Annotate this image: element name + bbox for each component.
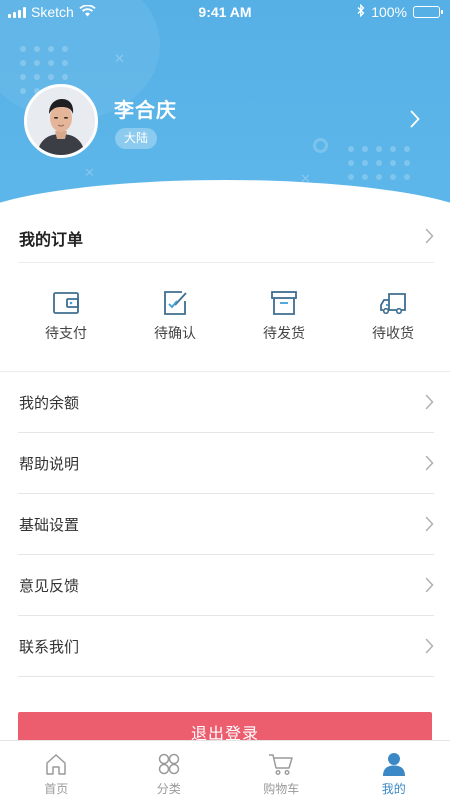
battery-icon [413, 6, 443, 18]
settings-menu: 我的余额 帮助说明 基础设置 意见反馈 联系我们 [18, 372, 434, 677]
order-status-pending-receipt[interactable]: 待收货 [337, 263, 446, 371]
header-cross-deco: ✕ [84, 166, 95, 181]
order-status-label: 待收货 [372, 326, 414, 342]
battery-percent: 100% [371, 4, 407, 20]
user-name: 李合庆 [114, 98, 177, 122]
menu-item-feedback[interactable]: 意见反馈 [18, 555, 434, 616]
status-bar: Sketch 9:41 AM 100% [0, 0, 450, 26]
orders-title: 我的订单 [19, 230, 84, 249]
chevron-right-icon [425, 394, 434, 414]
user-icon [381, 752, 407, 776]
chevron-right-icon [425, 228, 434, 248]
menu-item-settings[interactable]: 基础设置 [18, 494, 434, 555]
box-icon [269, 289, 299, 317]
tab-label: 我的 [381, 782, 406, 796]
order-status-grid: 待支付 待确认 待发货 待收货 [0, 263, 450, 371]
menu-item-balance[interactable]: 我的余额 [18, 372, 434, 433]
menu-item-help[interactable]: 帮助说明 [18, 433, 434, 494]
chevron-right-icon [425, 577, 434, 597]
order-status-pending-shipment[interactable]: 待发货 [228, 263, 337, 371]
tab-cart[interactable]: 购物车 [225, 741, 338, 800]
bluetooth-icon [357, 3, 365, 20]
menu-item-label: 联系我们 [19, 638, 80, 656]
chevron-right-icon [425, 638, 434, 658]
tab-label: 分类 [156, 782, 181, 796]
order-status-label: 待支付 [45, 326, 87, 342]
order-status-label: 待发货 [263, 326, 305, 342]
tab-label: 首页 [44, 782, 69, 796]
order-status-pending-confirm[interactable]: 待确认 [119, 263, 228, 371]
tab-bar: 首页 分类 购物车 我的 [0, 740, 450, 800]
profile-header: ✕ ✕ ✕ Sketch 9:41 AM 100% 李合庆 大陆 [0, 0, 450, 212]
profile-screen: ✕ ✕ ✕ Sketch 9:41 AM 100% 李合庆 大陆 我的订单 待支… [0, 0, 450, 800]
cart-icon [268, 752, 294, 776]
profile-chevron-icon[interactable] [410, 110, 420, 132]
chevron-right-icon [425, 516, 434, 536]
avatar[interactable] [24, 84, 98, 158]
tab-category[interactable]: 分类 [113, 741, 226, 800]
header-dots-right [348, 146, 410, 180]
header-ring-deco [313, 138, 328, 153]
menu-item-label: 帮助说明 [19, 455, 80, 473]
tab-home[interactable]: 首页 [0, 741, 113, 800]
menu-item-label: 基础设置 [19, 516, 80, 534]
header-cross-deco: ✕ [114, 52, 125, 67]
truck-icon [378, 289, 408, 317]
menu-item-label: 意见反馈 [19, 577, 80, 595]
menu-item-label: 我的余额 [19, 394, 80, 412]
category-icon [156, 752, 182, 776]
wallet-icon [51, 289, 81, 317]
order-status-pending-payment[interactable]: 待支付 [10, 263, 119, 371]
order-status-label: 待确认 [154, 326, 196, 342]
region-badge: 大陆 [115, 128, 158, 149]
tab-mine[interactable]: 我的 [338, 741, 450, 800]
menu-item-contact[interactable]: 联系我们 [18, 616, 434, 677]
chevron-right-icon [425, 455, 434, 475]
my-orders-row[interactable]: 我的订单 [18, 210, 434, 263]
home-icon [43, 752, 69, 776]
edit-check-icon [160, 289, 190, 317]
tab-label: 购物车 [263, 782, 300, 796]
header-wave [0, 180, 450, 212]
